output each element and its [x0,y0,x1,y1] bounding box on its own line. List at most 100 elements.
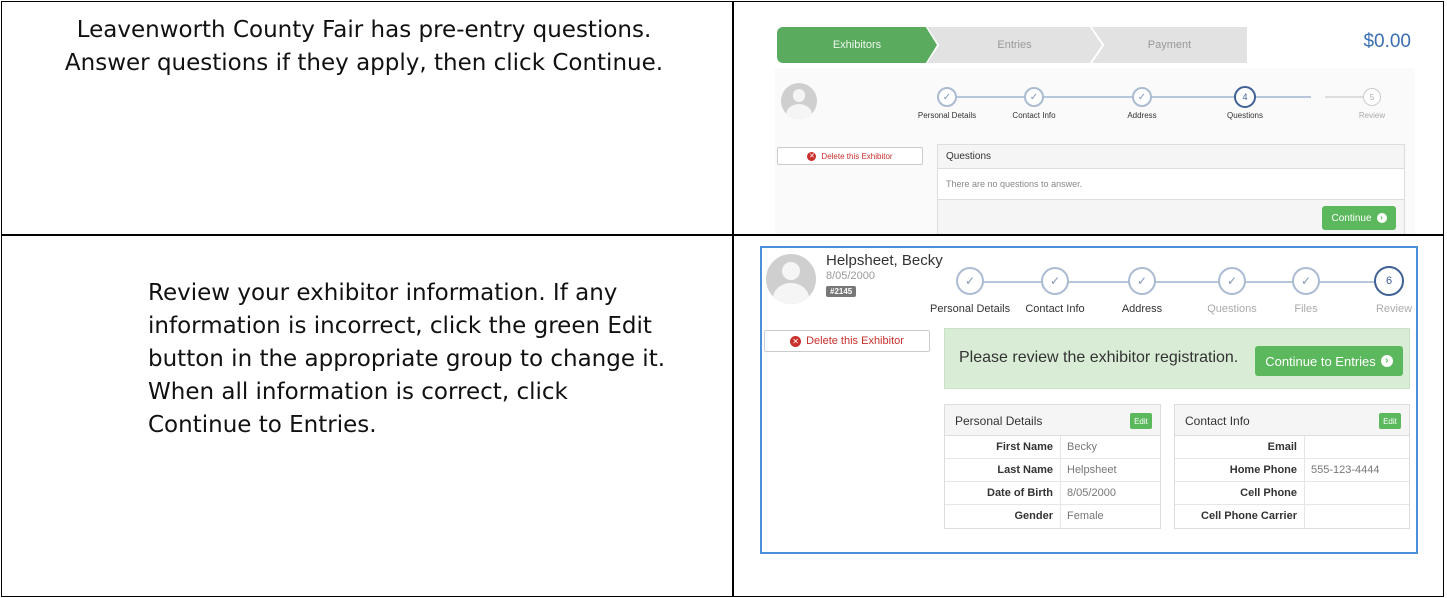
edit-contact-info-button[interactable]: Edit [1379,413,1401,429]
continue-label: Continue [1331,212,1372,224]
instruction-line: Leavenworth County Fair has pre-entry qu… [76,17,652,43]
field-value: 8/05/2000 [1067,487,1116,499]
delete-exhibitor-button[interactable]: ✕ Delete this Exhibitor [764,330,930,352]
progress-steps: ✓ Personal Details ✓ Contact Info ✓ Addr… [775,68,1415,148]
instruction-line: Answer questions if they apply, then cli… [64,50,664,76]
step-review-current[interactable]: 6 [1374,266,1404,296]
instruction-line: Continue to Entries. [148,412,377,438]
step-label: Address [1121,303,1163,315]
table-row: Date of Birth 8/05/2000 [945,482,1160,505]
instruction-line: Review your exhibitor information. If an… [148,280,618,306]
cart-total: $0.00 [1363,31,1411,52]
edit-personal-details-button[interactable]: Edit [1130,413,1152,429]
review-message: Please review the exhibitor registration… [959,349,1239,366]
step-label: Files [1294,303,1318,315]
remove-icon: ✕ [790,335,802,347]
continue-button[interactable]: Continue › [1322,206,1396,230]
field-value: 555-123-4444 [1311,464,1380,476]
field-label: Home Phone [1229,464,1297,476]
cell-divider [1060,482,1061,505]
step-label: Personal Details [917,111,977,120]
panel-title: Personal Details [955,414,1043,428]
cell-divider [1304,436,1305,459]
step-label: Contact Info [1025,303,1085,315]
field-value: Becky [1067,441,1097,453]
step1-instructions: Leavenworth County Fair has pre-entry qu… [14,14,714,80]
step-label: Personal Details [930,303,1011,315]
table-row: Gender Female [945,505,1160,528]
instruction-line: information is incorrect, click the gree… [148,313,652,339]
field-value: Female [1067,510,1104,522]
review-screenshot: Helpsheet, Becky 8/05/2000 #2145 ✓ Perso… [760,246,1418,554]
table-row: Cell Phone Carrier [1175,505,1409,528]
panel-header: Contact Info Edit [1175,405,1409,436]
step-contact-info-check-icon[interactable]: ✓ [1041,267,1069,295]
arrow-right-icon: › [1380,355,1393,367]
progress-line [1325,96,1365,98]
continue-label: Continue to Entries [1265,353,1376,369]
review-alert: Please review the exhibitor registration… [944,328,1410,389]
cell-divider [1304,505,1305,528]
panel-title: Contact Info [1185,414,1250,428]
instruction-line: When all information is correct, click [148,379,568,405]
wizard-step-entries[interactable]: Entries [927,27,1102,63]
step-personal-details-check-icon[interactable]: ✓ [937,87,957,107]
column-divider [732,2,734,596]
cell-divider [1304,459,1305,482]
step-questions-check-icon[interactable]: ✓ [1218,267,1246,295]
field-label: Last Name [997,464,1053,476]
progress-line [945,96,1311,98]
delete-label: Delete this Exhibitor [806,335,904,347]
step-label: Contact Info [1012,111,1056,120]
remove-icon: ✕ [807,151,817,161]
step-questions-current[interactable]: 4 [1234,86,1256,108]
step-files-check-icon[interactable]: ✓ [1292,267,1320,295]
table-row: Cell Phone [1175,482,1409,505]
field-label: Cell Phone [1240,487,1297,499]
table-row: First Name Becky [945,436,1160,459]
step-label: Questions [1207,303,1257,315]
row-divider [2,234,1443,236]
cell-divider [1060,505,1061,528]
field-value: Helpsheet [1067,464,1117,476]
arrow-right-icon: › [1376,213,1387,223]
step-label: Review [1358,111,1386,120]
table-row: Last Name Helpsheet [945,459,1160,482]
step-label: Address [1127,111,1157,120]
step-label: Questions [1226,111,1264,120]
field-label: Cell Phone Carrier [1201,510,1297,522]
cell-divider [1060,436,1061,459]
empty-message: There are no questions to answer. [938,169,1404,200]
panel-title: Questions [938,145,1404,169]
progress-line [970,281,1386,283]
questions-screenshot: Exhibitors Entries Payment $0.00 ✓ Perso… [775,26,1415,234]
table-row: Home Phone 555-123-4444 [1175,459,1409,482]
step2-instructions: Review your exhibitor information. If an… [148,277,718,442]
step-contact-info-check-icon[interactable]: ✓ [1024,87,1044,107]
questions-panel: Questions There are no questions to answ… [937,144,1405,234]
progress-steps: ✓ Personal Details ✓ Contact Info ✓ Addr… [762,248,1420,324]
delete-label: Delete this Exhibitor [821,151,893,161]
panel-footer: Continue › [938,200,1404,234]
wizard-step-payment[interactable]: Payment [1092,27,1247,63]
continue-to-entries-button[interactable]: Continue to Entries › [1255,346,1403,376]
step-review[interactable]: 5 [1363,88,1381,106]
table-row: Email [1175,436,1409,459]
instruction-line: button in the appropriate group to chang… [148,346,666,372]
step-personal-details-check-icon[interactable]: ✓ [956,267,984,295]
field-label: First Name [996,441,1053,453]
field-label: Gender [1014,510,1053,522]
panel-header: Personal Details Edit [945,405,1160,436]
field-label: Email [1267,441,1297,453]
cell-divider [1060,459,1061,482]
personal-details-panel: Personal Details Edit First Name Becky L… [944,404,1161,529]
wizard-step-exhibitors[interactable]: Exhibitors [777,27,937,63]
field-label: Date of Birth [987,487,1053,499]
contact-info-panel: Contact Info Edit Email Home Phone 555-1… [1174,404,1410,529]
step-address-check-icon[interactable]: ✓ [1128,267,1156,295]
checkout-wizard: Exhibitors Entries Payment $0.00 [777,27,1411,63]
step-label: Review [1375,303,1413,315]
delete-exhibitor-button[interactable]: ✕ Delete this Exhibitor [777,147,923,165]
step-address-check-icon[interactable]: ✓ [1132,87,1152,107]
cell-divider [1304,482,1305,505]
